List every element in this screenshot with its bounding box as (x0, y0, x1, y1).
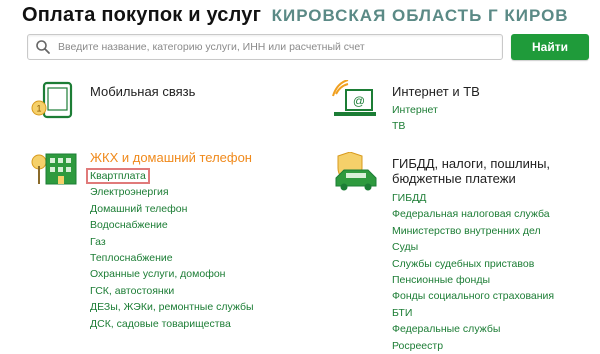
list-item: ТВ (392, 118, 438, 134)
service-link[interactable]: Водоснабжение (90, 219, 168, 231)
search-button[interactable]: Найти (511, 34, 589, 60)
list-item: Пенсионные фонды (392, 272, 554, 288)
service-link[interactable]: Теплоснабжение (90, 252, 173, 264)
zhkh-service-list: Квартплата Электроэнергия Домашний телеф… (86, 168, 254, 332)
house-icon (31, 153, 77, 185)
mobile-phone-icon: 1 (31, 81, 73, 119)
region-selector[interactable]: КИРОВСКАЯ ОБЛАСТЬ Г КИРОВ (272, 6, 569, 25)
category-title-zhkh[interactable]: ЖКХ и домашний телефон (90, 150, 252, 165)
service-link[interactable]: ДСК, садовые товарищества (90, 318, 231, 330)
list-item: Федеральные службы (392, 321, 554, 337)
list-item: Водоснабжение (90, 217, 254, 233)
list-item: Интернет (392, 102, 438, 118)
service-link-tv[interactable]: ТВ (392, 120, 405, 132)
service-link[interactable]: БТИ (392, 307, 412, 319)
service-link[interactable]: Суды (392, 241, 418, 253)
category-title-mobile[interactable]: Мобильная связь (90, 84, 195, 99)
list-item: Газ (90, 234, 254, 250)
service-link[interactable]: Министерство внутренних дел (392, 225, 541, 237)
category-title-gibdd-line2[interactable]: бюджетные платежи (392, 171, 516, 186)
service-link[interactable]: Федеральная налоговая служба (392, 208, 550, 220)
category-title-gibdd-line1[interactable]: ГИБДД, налоги, пошлины, (392, 156, 550, 171)
list-item: Охранные услуги, домофон (90, 266, 254, 282)
list-item: Министерство внутренних дел (392, 223, 554, 239)
list-item: Росреестр (392, 338, 554, 354)
page-header: Оплата покупок и услуг КИРОВСКАЯ ОБЛАСТЬ… (22, 4, 569, 27)
svg-text:1: 1 (36, 104, 41, 114)
service-link[interactable]: Охранные услуги, домофон (90, 268, 225, 280)
list-item: Фонды социального страхования (392, 288, 554, 304)
list-item: Федеральная налоговая служба (392, 206, 554, 222)
service-link[interactable]: ГИБДД (392, 192, 426, 204)
service-link-kvartplata[interactable]: Квартплата (86, 168, 150, 184)
list-item: БТИ (392, 305, 554, 321)
service-link[interactable]: Фонды социального страхования (392, 290, 554, 302)
service-link[interactable]: Домашний телефон (90, 203, 187, 215)
service-link[interactable]: Пенсионные фонды (392, 274, 490, 286)
list-item: Электроэнергия (90, 184, 254, 200)
service-link[interactable]: Службы судебных приставов (392, 258, 534, 270)
list-item: Суды (392, 239, 554, 255)
list-item: ДЕЗы, ЖЭКи, ремонтные службы (90, 299, 254, 315)
computer-icon: @ (332, 80, 376, 116)
list-item: ГИБДД (392, 190, 554, 206)
service-link[interactable]: Электроэнергия (90, 186, 169, 198)
list-item: ГСК, автостоянки (90, 283, 254, 299)
list-item: Теплоснабжение (90, 250, 254, 266)
list-item: Домашний телефон (90, 201, 254, 217)
service-link[interactable]: Федеральные службы (392, 323, 500, 335)
list-item-selected: Квартплата (86, 168, 254, 184)
search-box[interactable] (27, 34, 503, 60)
list-item: ДСК, садовые товарищества (90, 316, 254, 332)
list-item: Службы судебных приставов (392, 256, 554, 272)
gibdd-service-list: ГИБДД Федеральная налоговая служба Минис… (392, 190, 554, 354)
car-shield-icon (335, 152, 377, 191)
service-link[interactable]: ГСК, автостоянки (90, 285, 174, 297)
category-title-internet[interactable]: Интернет и ТВ (392, 84, 480, 99)
service-link-internet[interactable]: Интернет (392, 104, 438, 116)
internet-service-list: Интернет ТВ (392, 102, 438, 135)
service-link[interactable]: Газ (90, 236, 106, 248)
search-input[interactable] (56, 37, 500, 57)
service-link[interactable]: ДЕЗы, ЖЭКи, ремонтные службы (90, 301, 254, 313)
svg-text:@: @ (353, 94, 365, 108)
search-icon (36, 40, 50, 54)
page-title: Оплата покупок и услуг (22, 4, 262, 26)
